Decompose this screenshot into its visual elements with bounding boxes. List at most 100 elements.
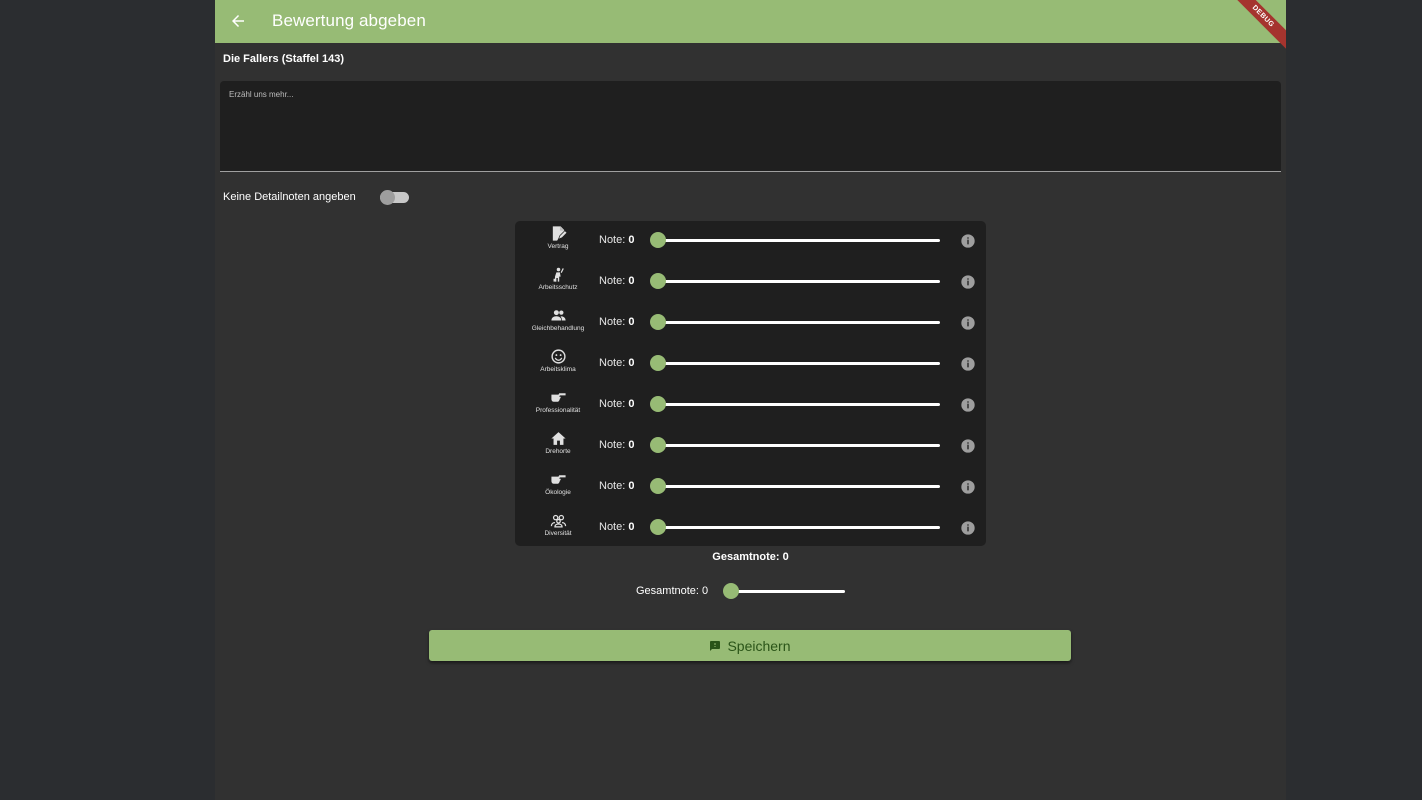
note-value: 0 <box>628 234 635 246</box>
info-icon[interactable] <box>960 233 976 249</box>
rating-panel: Vertrag Note: 0 Arbeitsschutz Note: 0 Gl… <box>515 221 986 546</box>
slider-thumb[interactable] <box>650 396 666 412</box>
worker-icon <box>553 267 564 282</box>
note-label: Note: 0 <box>599 316 635 328</box>
note-label: Note: 0 <box>599 398 635 410</box>
rating-row-professionalitaet: Professionalität Note: 0 <box>515 385 986 425</box>
toggle-label: Keine Detailnoten angeben <box>223 191 356 203</box>
hand-pointing-icon <box>550 393 566 402</box>
slider-rail <box>658 362 940 365</box>
rating-slider[interactable] <box>650 232 942 248</box>
rating-row-vertrag: Vertrag Note: 0 <box>515 221 986 261</box>
note-value: 0 <box>628 398 635 410</box>
page-title: Bewertung abgeben <box>272 11 426 30</box>
info-icon[interactable] <box>960 356 976 372</box>
rating-slider[interactable] <box>650 314 942 330</box>
note-label: Note: 0 <box>599 357 635 369</box>
note-label: Note: 0 <box>599 439 635 451</box>
slider-rail <box>658 403 940 406</box>
home-icon <box>550 432 566 445</box>
category: Arbeitsklima <box>515 348 601 373</box>
category: Professionalität <box>515 389 601 414</box>
slider-thumb[interactable] <box>650 314 666 330</box>
slider-thumb[interactable] <box>723 583 739 599</box>
category-label: Drehorte <box>545 448 571 455</box>
note-value: 0 <box>628 357 635 369</box>
note-value: 0 <box>628 439 635 451</box>
hand-pointing-icon <box>550 475 566 484</box>
slider-rail <box>658 280 940 283</box>
note-value: 0 <box>628 521 635 533</box>
slider-rail <box>658 526 940 529</box>
slider-rail <box>658 485 940 488</box>
rating-slider[interactable] <box>650 437 942 453</box>
toggle-knob[interactable] <box>380 190 395 205</box>
rating-slider[interactable] <box>650 478 942 494</box>
review-text-field[interactable] <box>220 81 1281 172</box>
info-icon[interactable] <box>960 397 976 413</box>
note-label: Note: 0 <box>599 480 635 492</box>
rating-row-arbeitsklima: Arbeitsklima Note: 0 <box>515 344 986 384</box>
rating-row-gleichbehandlung: Gleichbehandlung Note: 0 <box>515 303 986 343</box>
category: Gleichbehandlung <box>515 307 601 332</box>
arrow-back-icon <box>232 15 244 27</box>
slider-thumb[interactable] <box>650 273 666 289</box>
people-icon <box>550 310 566 321</box>
note-value: 0 <box>628 480 635 492</box>
back-button[interactable] <box>225 8 251 34</box>
rating-row-oekologie: Ökologie Note: 0 <box>515 467 986 507</box>
slider-thumb[interactable] <box>650 437 666 453</box>
category: Arbeitsschutz <box>515 266 601 291</box>
slider-thumb[interactable] <box>650 478 666 494</box>
note-label: Note: 0 <box>599 275 635 287</box>
overall-grade-label: Gesamtnote: 0 <box>636 585 709 597</box>
category-label: Vertrag <box>547 243 569 250</box>
detail-grades-toggle[interactable] <box>380 190 409 205</box>
category-label: Ökologie <box>545 489 571 496</box>
category-label: Arbeitsklima <box>540 366 576 373</box>
app-bar: Bewertung abgeben DEBUG <box>215 0 1286 53</box>
show-title: Die Fallers (Staffel 143) <box>223 53 345 65</box>
rating-row-diversitaet: Diversität Note: 0 <box>515 508 986 548</box>
contract-icon <box>552 226 567 241</box>
info-icon[interactable] <box>960 438 976 454</box>
category-label: Gleichbehandlung <box>531 325 585 332</box>
feedback-icon <box>710 640 721 651</box>
slider-thumb[interactable] <box>650 355 666 371</box>
panel-total-grade: Gesamtnote: 0 <box>712 551 789 563</box>
category: Drehorte <box>515 430 601 455</box>
category: Ökologie <box>515 471 601 496</box>
note-value: 0 <box>628 316 635 328</box>
slider-thumb[interactable] <box>650 519 666 535</box>
slider-rail <box>731 590 845 593</box>
info-icon[interactable] <box>960 315 976 331</box>
slider-thumb[interactable] <box>650 232 666 248</box>
review-input[interactable] <box>220 81 1281 171</box>
info-icon[interactable] <box>960 274 976 290</box>
slider-rail <box>658 321 940 324</box>
save-button[interactable]: Speichern <box>429 630 1071 661</box>
diversity-icon <box>550 514 566 528</box>
note-label: Note: 0 <box>599 234 635 246</box>
rating-slider[interactable] <box>650 519 942 535</box>
rating-row-drehorte: Drehorte Note: 0 <box>515 426 986 466</box>
app-window: Bewertung abgeben DEBUG Die Fallers (Sta… <box>215 0 1286 800</box>
note-label: Note: 0 <box>599 521 635 533</box>
category: Diversität <box>515 512 601 537</box>
note-value: 0 <box>628 275 635 287</box>
info-icon[interactable] <box>960 520 976 536</box>
rating-slider[interactable] <box>650 396 942 412</box>
save-button-label: Speichern <box>727 637 791 654</box>
category: Vertrag <box>515 225 601 250</box>
slider-rail <box>658 444 940 447</box>
overall-grade-slider[interactable] <box>723 583 847 599</box>
smiley-icon <box>550 349 566 364</box>
rating-slider[interactable] <box>650 273 942 289</box>
category-label: Professionalität <box>535 407 581 414</box>
category-label: Arbeitsschutz <box>538 284 578 291</box>
slider-rail <box>658 239 940 242</box>
info-icon[interactable] <box>960 479 976 495</box>
rating-slider[interactable] <box>650 355 942 371</box>
rating-row-arbeitsschutz: Arbeitsschutz Note: 0 <box>515 262 986 302</box>
category-label: Diversität <box>544 530 572 537</box>
